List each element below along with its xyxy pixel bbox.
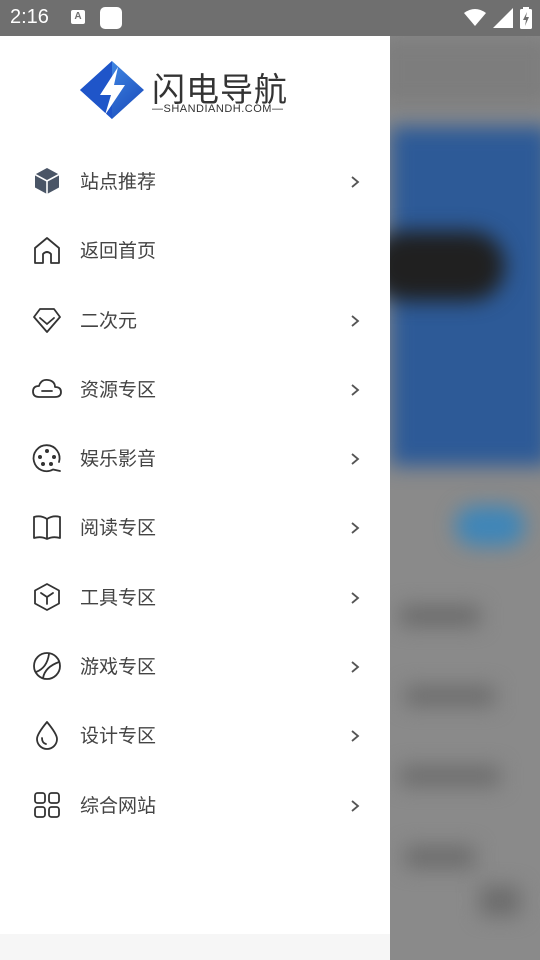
- menu-item-design[interactable]: 设计专区: [0, 700, 390, 769]
- drop-icon: [36, 721, 58, 751]
- menu-label: 综合网站: [80, 794, 157, 817]
- menu-label: 资源专区: [80, 378, 157, 401]
- film-reel-icon: [32, 444, 61, 473]
- menu-label: 二次元: [80, 309, 138, 332]
- menu-item-home[interactable]: 返回首页: [0, 215, 390, 284]
- menu-item-reading[interactable]: 阅读专区: [0, 492, 390, 561]
- background-app-content: [390, 36, 540, 960]
- menu-item-anime[interactable]: 二次元: [0, 285, 390, 354]
- chevron-right-icon: [351, 799, 360, 812]
- diamond-icon: [33, 307, 61, 333]
- cube-icon: [34, 168, 60, 194]
- status-bar: 2:16 A: [0, 0, 540, 36]
- menu-label: 娱乐影音: [80, 448, 157, 471]
- chevron-right-icon: [351, 730, 360, 743]
- chevron-right-icon: [351, 384, 360, 396]
- menu-label: 设计专区: [80, 725, 157, 748]
- menu-label: 返回首页: [80, 240, 157, 263]
- chevron-right-icon: [351, 661, 360, 673]
- ball-icon: [33, 652, 61, 680]
- cloud-icon: [32, 378, 62, 398]
- logo-subtitle: —SHANDIANDH.COM—: [152, 103, 284, 115]
- chevron-right-icon: [351, 453, 360, 465]
- navigation-drawer: 闪电导航 —SHANDIANDH.COM— 站点推荐 返回首页 二次元 资源专区…: [0, 36, 390, 960]
- chevron-right-icon: [351, 176, 360, 188]
- chevron-right-icon: [351, 522, 360, 535]
- battery-icon: [520, 7, 532, 29]
- grid-icon: [34, 791, 60, 818]
- status-icons: [464, 7, 532, 29]
- menu-item-tools[interactable]: 工具专区: [0, 562, 390, 631]
- notification-a-icon: A: [71, 10, 85, 24]
- menu-label: 站点推荐: [80, 171, 157, 193]
- box-icon: [34, 582, 60, 611]
- menu-label: 游戏专区: [80, 656, 157, 679]
- status-time: 2:16: [10, 6, 49, 28]
- home-icon: [34, 237, 60, 265]
- menu-label: 阅读专区: [80, 517, 157, 540]
- book-icon: [33, 515, 61, 541]
- lightning-logo-icon: [80, 61, 144, 119]
- menu-item-general-sites[interactable]: 综合网站: [0, 770, 390, 839]
- notification-app-icon: [100, 7, 122, 29]
- menu-label: 工具专区: [80, 586, 157, 609]
- menu-item-entertainment[interactable]: 娱乐影音: [0, 423, 390, 492]
- menu-item-site-recommend[interactable]: 站点推荐: [0, 146, 390, 215]
- wifi-icon: [464, 9, 486, 26]
- chevron-right-icon: [351, 314, 360, 327]
- drawer-footer: [0, 934, 390, 960]
- menu-item-resources[interactable]: 资源专区: [0, 354, 390, 423]
- chevron-right-icon: [351, 592, 360, 604]
- signal-icon: [493, 8, 513, 28]
- drawer-menu: 站点推荐 返回首页 二次元 资源专区 娱乐影音 阅读专区 工具专区 游戏专区 设…: [0, 146, 390, 839]
- site-logo[interactable]: 闪电导航 —SHANDIANDH.COM—: [80, 61, 310, 121]
- menu-item-games[interactable]: 游戏专区: [0, 631, 390, 700]
